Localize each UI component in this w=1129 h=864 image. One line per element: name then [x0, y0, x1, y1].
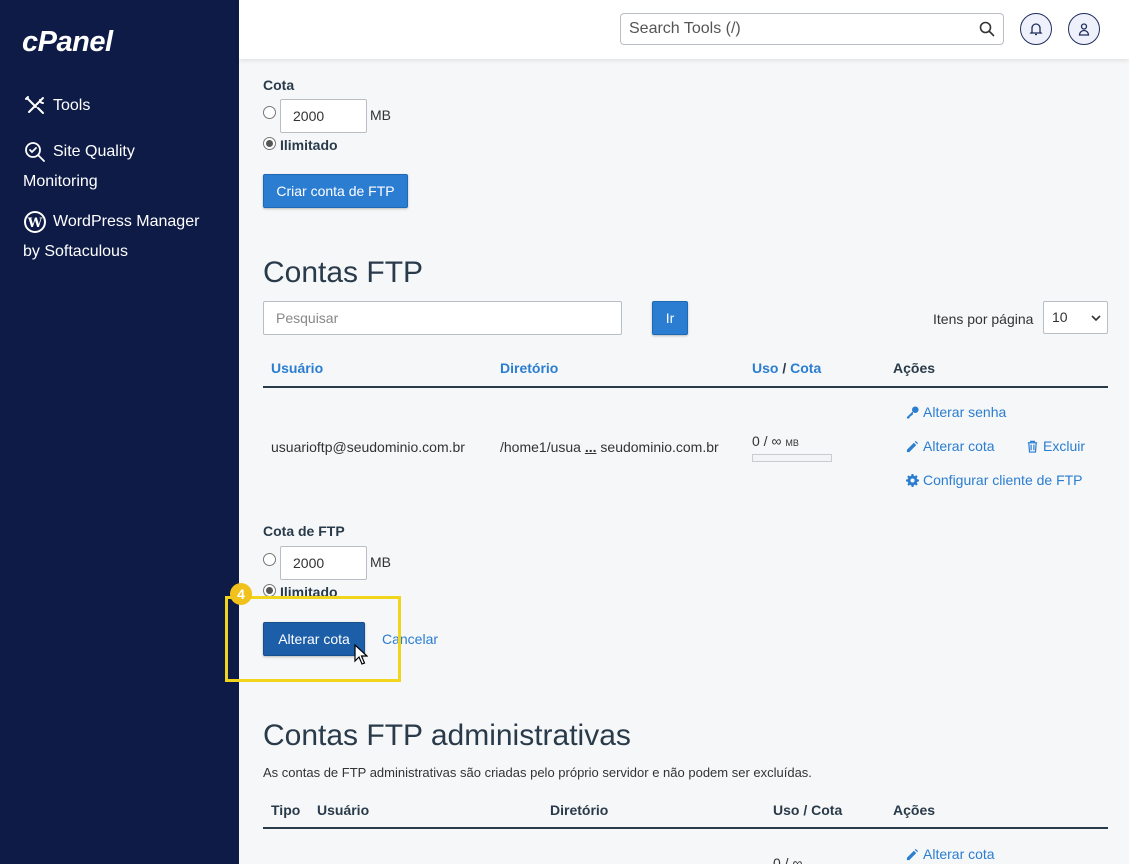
sidebar-item-tools[interactable]: Tools	[23, 91, 90, 121]
column-header-usage[interactable]: Uso	[752, 360, 778, 376]
quota-label: Cota	[263, 77, 295, 93]
sidebar-item-wordpress-manager[interactable]: W WordPress Manager by Softaculous	[23, 207, 199, 267]
row-directory-end: seudominio.com.br	[600, 439, 719, 455]
sidebar-item-label: WordPress Manager	[53, 213, 200, 230]
row-user: usuarioftp@seudominio.com.br	[271, 439, 465, 455]
search-tools-input[interactable]	[621, 14, 961, 44]
directory-expand-link[interactable]: ...	[585, 439, 597, 455]
admin-column-header-user: Usuário	[317, 802, 370, 818]
change-quota-link[interactable]: Alterar cota	[906, 438, 995, 454]
search-icon[interactable]	[979, 21, 995, 37]
admin-column-header-type: Tipo	[271, 802, 301, 818]
table-header-divider	[263, 386, 1108, 388]
admin-table-header-divider	[263, 827, 1108, 829]
gear-icon	[906, 473, 919, 487]
row-usage-unit: MB	[785, 438, 799, 448]
quota-unit: MB	[370, 107, 391, 123]
cpanel-logo[interactable]: cPanel	[22, 26, 113, 59]
svg-text:W: W	[27, 216, 43, 231]
column-header-usage-quota: Uso / Cota	[752, 360, 821, 376]
search-tools-box	[620, 13, 1004, 45]
go-button[interactable]: Ir	[652, 301, 688, 335]
column-header-separator: /	[782, 360, 787, 376]
ftp-accounts-search-input[interactable]: Pesquisar	[263, 301, 622, 335]
wordpress-icon: W	[23, 210, 47, 234]
quota-unlimited-radio[interactable]	[263, 137, 276, 150]
ftp-quota-unit: MB	[370, 554, 391, 570]
admin-column-header-usage-quota: Uso / Cota	[773, 802, 843, 818]
change-quota-label: Alterar cota	[923, 438, 995, 454]
admin-column-header-actions: Ações	[893, 802, 936, 818]
configure-ftp-client-label: Configurar cliente de FTP	[923, 472, 1083, 488]
delete-link[interactable]: Excluir	[1026, 438, 1085, 454]
pencil-icon	[906, 848, 919, 860]
configure-ftp-client-link[interactable]: Configurar cliente de FTP	[906, 472, 1083, 488]
row-directory-start: /home1/usua	[500, 439, 581, 455]
row-usage-value: 0 / ∞	[752, 433, 782, 449]
sidebar-item-site-quality-monitoring[interactable]: Site Quality Monitoring	[23, 137, 135, 197]
step-badge: 4	[230, 583, 252, 605]
magnifier-check-icon	[23, 140, 47, 164]
admin-ftp-accounts-description: As contas de FTP administrativas são cri…	[263, 765, 812, 780]
pencil-icon	[906, 440, 919, 452]
usage-progress-bar	[752, 454, 832, 462]
admin-change-quota-link[interactable]: Alterar cota	[906, 846, 995, 862]
create-ftp-account-button[interactable]: Criar conta de FTP	[263, 174, 408, 208]
tools-icon	[23, 94, 47, 118]
sidebar: cPanel Tools Site Quality Monitoring W W…	[0, 0, 239, 864]
admin-change-quota-label: Alterar cota	[923, 846, 995, 862]
notifications-button[interactable]	[1020, 13, 1052, 45]
admin-row-usage: 0 / ∞	[773, 855, 803, 864]
per-page-label: Itens por página	[933, 311, 1034, 327]
column-header-quota[interactable]: Cota	[790, 360, 821, 376]
row-directory: /home1/usua ... seudominio.com.br	[500, 439, 719, 455]
column-header-user[interactable]: Usuário	[271, 360, 323, 376]
ftp-accounts-title: Contas FTP	[263, 256, 424, 289]
sidebar-item-label-line2: by Softaculous	[23, 243, 128, 260]
top-header	[239, 0, 1129, 59]
ftp-quota-limited-radio[interactable]	[263, 553, 276, 566]
change-password-link[interactable]: Alterar senha	[906, 404, 1006, 420]
admin-ftp-accounts-title: Contas FTP administrativas	[263, 719, 631, 752]
row-usage: 0 / ∞ MB	[752, 433, 799, 449]
ftp-quota-input[interactable]: 2000	[280, 546, 367, 580]
user-menu-button[interactable]	[1068, 13, 1100, 45]
sidebar-item-label-line2: Monitoring	[23, 173, 98, 190]
sidebar-item-label: Site Quality	[53, 143, 135, 160]
chevron-down-icon	[1091, 315, 1101, 322]
step-highlight-box	[225, 596, 401, 682]
quota-unlimited-label: Ilimitado	[280, 137, 338, 153]
user-icon	[1078, 23, 1090, 36]
change-password-label: Alterar senha	[923, 404, 1007, 420]
admin-column-header-directory: Diretório	[550, 802, 609, 818]
per-page-value: 10	[1052, 309, 1068, 325]
trash-icon	[1027, 440, 1038, 453]
ftp-quota-label: Cota de FTP	[263, 523, 345, 539]
column-header-directory[interactable]: Diretório	[500, 360, 558, 376]
main-content: Cota 2000 MB Ilimitado Criar conta de FT…	[225, 59, 1129, 864]
delete-label: Excluir	[1043, 438, 1086, 454]
sidebar-item-label: Tools	[53, 97, 91, 114]
quota-input[interactable]: 2000	[280, 99, 367, 133]
bell-icon	[1029, 23, 1043, 36]
key-icon	[906, 405, 919, 419]
quota-limited-radio[interactable]	[263, 106, 276, 119]
column-header-actions: Ações	[893, 360, 936, 376]
per-page-select[interactable]: 10	[1043, 301, 1108, 334]
